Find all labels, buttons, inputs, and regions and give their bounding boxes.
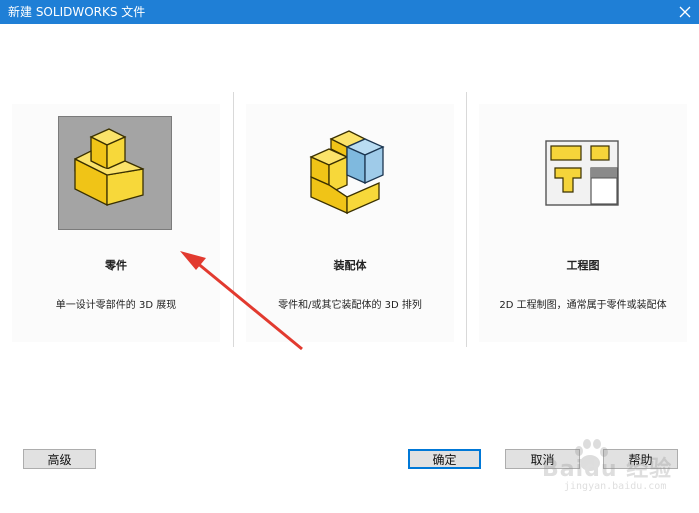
template-assembly-label: 装配体 xyxy=(333,259,367,272)
title-bar: 新建 SOLIDWORKS 文件 xyxy=(0,0,699,24)
watermark-brand: Baidu 经验 xyxy=(542,457,673,482)
template-part[interactable]: 零件 单一设计零部件的 3D 展现 xyxy=(0,92,232,342)
part-icon xyxy=(74,128,145,207)
template-drawing-label: 工程图 xyxy=(566,259,600,272)
drawing-thumbnail[interactable] xyxy=(525,116,639,230)
watermark-url: jingyan.baidu.com xyxy=(564,481,667,492)
close-button[interactable] xyxy=(671,0,699,24)
template-part-description: 单一设计零部件的 3D 展现 xyxy=(55,300,177,311)
advanced-button[interactable]: 高级 xyxy=(23,449,96,469)
template-drawing[interactable]: 工程图 2D 工程制图，通常属于零件或装配体 xyxy=(467,92,699,342)
template-part-label: 零件 xyxy=(105,259,127,272)
template-assembly-description: 零件和/或其它装配体的 3D 排列 xyxy=(278,300,422,311)
template-assembly[interactable]: 装配体 零件和/或其它装配体的 3D 排列 xyxy=(234,92,466,342)
close-icon xyxy=(679,6,691,18)
part-thumbnail[interactable] xyxy=(58,116,172,230)
baidu-watermark: Baidu 经验 jingyan.baidu.com xyxy=(534,435,694,505)
assembly-icon xyxy=(309,130,385,215)
template-drawing-description: 2D 工程制图，通常属于零件或装配体 xyxy=(499,300,667,311)
assembly-thumbnail[interactable] xyxy=(292,116,406,230)
drawing-icon xyxy=(545,140,619,206)
window-title: 新建 SOLIDWORKS 文件 xyxy=(8,5,146,19)
ok-button[interactable]: 确定 xyxy=(408,449,481,469)
